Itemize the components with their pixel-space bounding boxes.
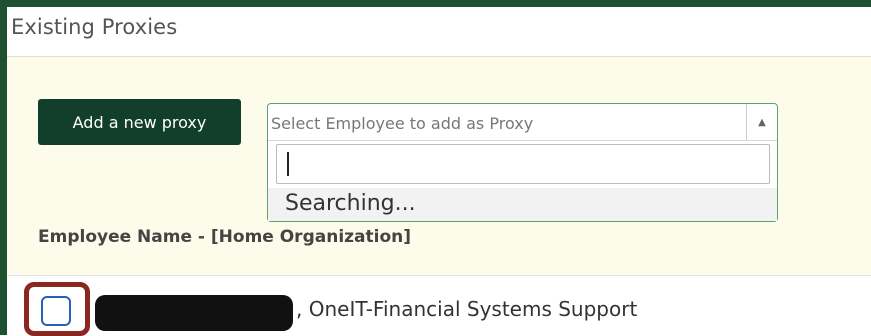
searching-status-row: Searching... bbox=[268, 188, 777, 221]
section-title: Existing Proxies bbox=[11, 15, 178, 39]
employee-organization: , OneIT-Financial Systems Support bbox=[296, 297, 638, 321]
employee-select-dropdown[interactable]: Select Employee to add as Proxy ▲ Search… bbox=[267, 103, 778, 222]
redacted-employee-name bbox=[95, 295, 293, 331]
proxy-select-checkbox[interactable] bbox=[41, 296, 71, 326]
column-header-employee-name: Employee Name - [Home Organization] bbox=[38, 227, 412, 247]
add-new-proxy-button[interactable]: Add a new proxy bbox=[38, 99, 241, 145]
searching-status-text: Searching... bbox=[285, 191, 416, 216]
employee-select-placeholder: Select Employee to add as Proxy bbox=[271, 114, 534, 133]
text-caret bbox=[287, 152, 289, 176]
employee-select-head[interactable]: Select Employee to add as Proxy ▲ bbox=[268, 104, 777, 141]
chevron-up-icon[interactable]: ▲ bbox=[746, 104, 777, 140]
table-row: , OneIT-Financial Systems Support bbox=[7, 275, 871, 336]
proxy-toolbar-panel: Add a new proxy Select Employee to add a… bbox=[7, 56, 871, 275]
employee-search-input[interactable] bbox=[276, 144, 770, 184]
section-header: Existing Proxies bbox=[7, 7, 871, 56]
